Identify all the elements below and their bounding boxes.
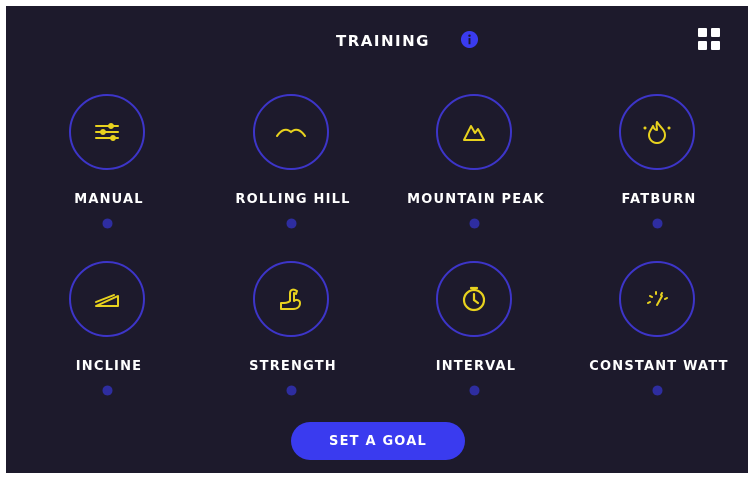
mountain-icon	[463, 125, 485, 141]
grid-icon[interactable]	[698, 28, 722, 52]
rolling-hill-icon	[276, 128, 306, 137]
program-label: CONSTANT WATT	[589, 359, 729, 374]
sliders-icon	[95, 123, 119, 141]
program-label: MANUAL	[74, 192, 144, 207]
program-circle[interactable]	[253, 94, 329, 170]
info-icon[interactable]	[652, 218, 663, 229]
page-title: TRAINING	[336, 32, 430, 50]
program-strength[interactable]: STRENGTH	[203, 261, 383, 411]
program-interval[interactable]: INTERVAL	[386, 261, 566, 411]
program-label: ROLLING HILL	[235, 192, 351, 207]
program-constant-watt[interactable]: CONSTANT WATT	[569, 261, 748, 411]
info-icon[interactable]	[286, 218, 297, 229]
program-label: MOUNTAIN PEAK	[407, 192, 545, 207]
program-circle[interactable]	[69, 261, 145, 337]
program-label: INTERVAL	[435, 359, 517, 374]
program-rolling-hill[interactable]: ROLLING HILL	[203, 94, 383, 244]
bicep-icon	[280, 288, 301, 310]
info-icon[interactable]	[102, 385, 113, 396]
program-incline[interactable]: INCLINE	[19, 261, 199, 411]
set-a-goal-button[interactable]: SET A GOAL	[291, 422, 465, 460]
info-icon[interactable]	[469, 218, 480, 229]
info-icon[interactable]	[469, 385, 480, 396]
program-manual[interactable]: MANUAL	[19, 94, 199, 244]
program-circle[interactable]	[436, 261, 512, 337]
gauge-icon	[647, 291, 668, 306]
program-mountain-peak[interactable]: MOUNTAIN PEAK	[386, 94, 566, 244]
timer-icon	[462, 286, 486, 312]
program-label: STRENGTH	[249, 359, 337, 374]
program-label: INCLINE	[75, 359, 143, 374]
program-fatburn[interactable]: FATBURN	[569, 94, 748, 244]
info-icon[interactable]	[652, 385, 663, 396]
info-icon[interactable]	[286, 385, 297, 396]
program-circle[interactable]	[436, 94, 512, 170]
program-label: FATBURN	[621, 192, 697, 207]
program-circle[interactable]	[619, 94, 695, 170]
program-circle[interactable]	[69, 94, 145, 170]
program-circle[interactable]	[619, 261, 695, 337]
training-screen: TRAINING MANUAL ROLLING HILL MOUNTAIN PE…	[6, 6, 748, 473]
info-icon[interactable]	[102, 218, 113, 229]
program-circle[interactable]	[253, 261, 329, 337]
flame-icon	[643, 121, 671, 144]
incline-icon	[95, 294, 119, 307]
top-bar: TRAINING	[6, 6, 748, 72]
info-icon[interactable]	[460, 30, 479, 49]
